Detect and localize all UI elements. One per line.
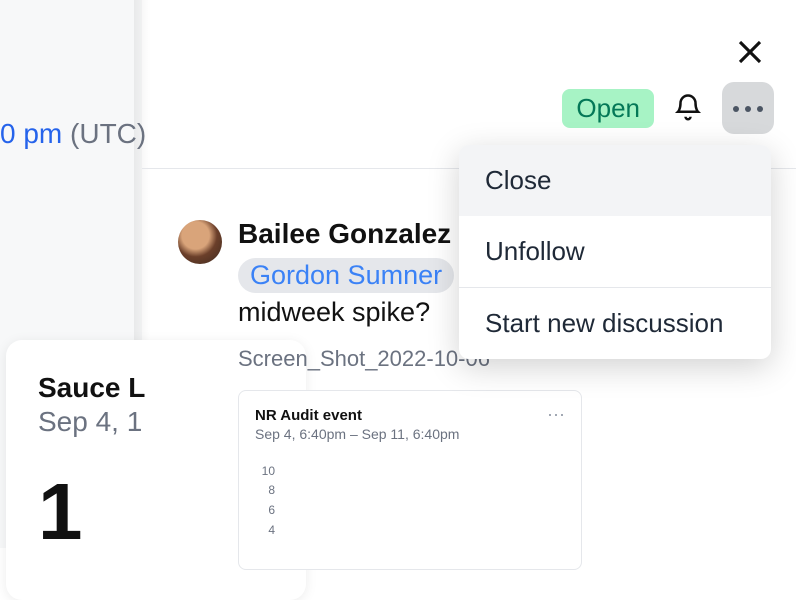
menu-item-unfollow[interactable]: Unfollow bbox=[459, 216, 771, 287]
close-panel-button[interactable] bbox=[732, 34, 768, 70]
mention-pill[interactable]: Gordon Sumner bbox=[238, 258, 454, 293]
menu-item-close[interactable]: Close bbox=[459, 145, 771, 216]
more-actions-button[interactable] bbox=[722, 82, 774, 134]
chart-title: NR Audit event bbox=[255, 407, 565, 424]
chart-more-button[interactable]: ⋯ bbox=[547, 405, 567, 426]
chart-embed: NR Audit event Sep 4, 6:40pm – Sep 11, 6… bbox=[238, 390, 582, 570]
time-value: 0 pm bbox=[0, 118, 62, 149]
header-actions: Open bbox=[562, 82, 774, 134]
more-icon bbox=[730, 99, 766, 117]
chart-area: 10864 bbox=[255, 461, 565, 569]
time-zone: (UTC) bbox=[70, 118, 146, 149]
menu-item-start-discussion[interactable]: Start new discussion bbox=[459, 288, 771, 359]
avatar bbox=[178, 220, 222, 264]
time-header: 0 pm (UTC) bbox=[0, 118, 146, 150]
chart-range: Sep 4, 6:40pm – Sep 11, 6:40pm bbox=[255, 426, 565, 442]
close-icon bbox=[735, 37, 765, 67]
more-actions-menu: Close Unfollow Start new discussion bbox=[459, 145, 771, 359]
chart-y-axis: 10864 bbox=[255, 461, 277, 569]
notifications-button[interactable] bbox=[668, 88, 708, 128]
status-badge: Open bbox=[562, 89, 654, 128]
chart-bars bbox=[283, 461, 561, 569]
bell-icon bbox=[673, 93, 703, 123]
